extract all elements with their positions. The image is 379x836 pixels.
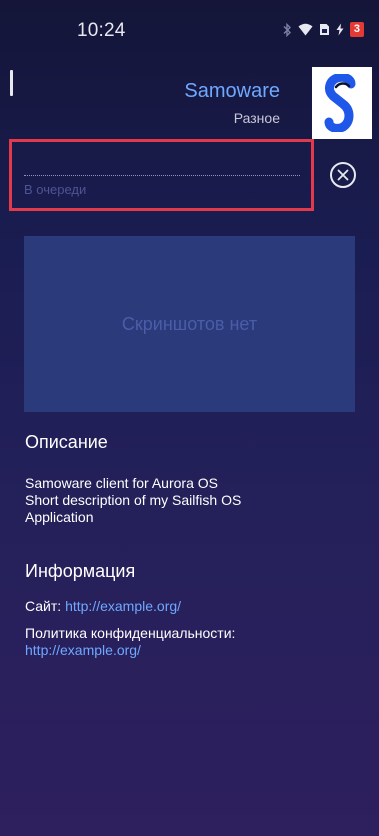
privacy-policy-row: Политика конфиденциальности: http://exam… <box>25 625 235 659</box>
app-name: Samoware <box>184 80 280 102</box>
queue-status-label: В очереди <box>24 182 87 197</box>
website-link[interactable]: http://example.org/ <box>65 598 181 614</box>
no-screenshots-label: Скриншотов нет <box>121 313 258 334</box>
bluetooth-icon <box>283 22 291 37</box>
screenshots-placeholder: Скриншотов нет <box>24 236 355 412</box>
pulley-menu-indicator[interactable] <box>10 70 13 96</box>
charging-icon <box>336 23 344 36</box>
description-heading: Описание <box>25 432 108 452</box>
privacy-policy-link[interactable]: http://example.org/ <box>25 642 141 658</box>
status-icons: 3 <box>282 22 364 37</box>
battery-icon: 3 <box>349 22 364 37</box>
progress-track <box>24 175 300 176</box>
wifi-icon <box>298 23 313 36</box>
app-category: Разное <box>233 110 280 126</box>
website-label: Сайт: <box>25 598 62 614</box>
status-time: 10:24 <box>77 20 126 41</box>
sim-card-icon <box>319 24 329 35</box>
cancel-button[interactable] <box>330 162 356 188</box>
description-line: Short description of my Sailfish OS <box>25 492 242 508</box>
close-icon <box>337 169 349 181</box>
status-bar: 10:24 3 <box>0 0 379 64</box>
description-text: Samoware client for Aurora OS Short desc… <box>25 475 325 526</box>
description-line: Application <box>25 509 94 525</box>
samoware-logo-icon <box>312 67 372 139</box>
install-queue-box: В очереди <box>9 139 314 211</box>
website-row: Сайт: http://example.org/ <box>25 598 181 615</box>
description-line: Samoware client for Aurora OS <box>25 475 218 491</box>
privacy-policy-label: Политика конфиденциальности: <box>25 625 236 641</box>
information-heading: Информация <box>25 561 136 581</box>
